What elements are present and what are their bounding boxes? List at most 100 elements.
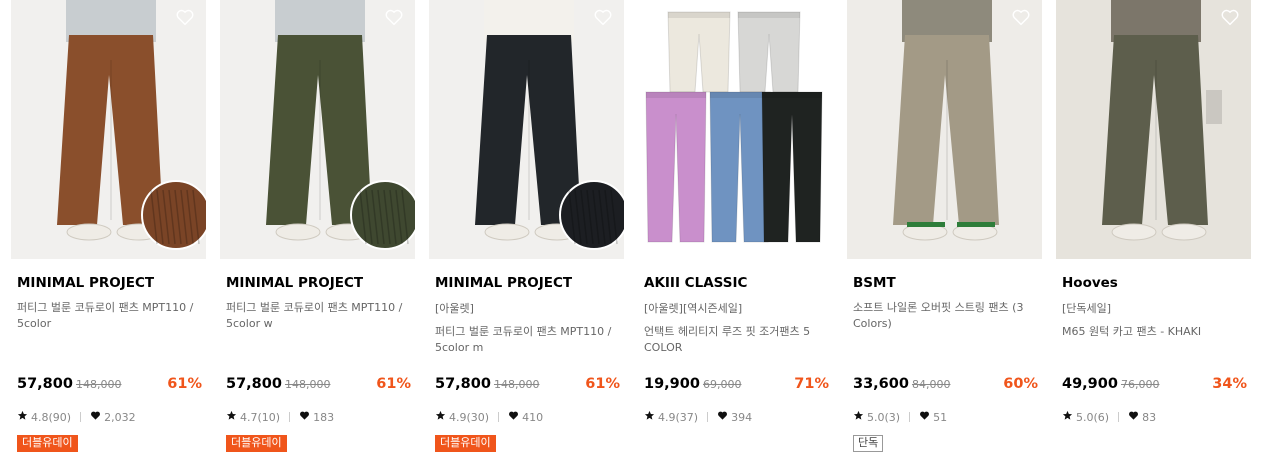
divider [1118, 412, 1120, 422]
discount-rate: 60% [1003, 376, 1038, 392]
brand-name[interactable]: MINIMAL PROJECT [435, 275, 572, 291]
rating-text: 5.0(3) [867, 410, 901, 424]
star-icon [435, 410, 446, 424]
rating-text: 4.7(10) [240, 410, 281, 424]
product-image[interactable] [1056, 0, 1251, 259]
brand-name[interactable]: MINIMAL PROJECT [226, 275, 363, 291]
sale-price: 19,900 69,000 [644, 376, 742, 392]
star-icon [1062, 410, 1073, 424]
product-meta: 5.0(6) 83 [1062, 410, 1156, 424]
event-badge: 더블유데이 [17, 435, 78, 452]
divider [498, 412, 500, 422]
likes-count: 83 [1142, 410, 1157, 424]
star-icon [644, 410, 655, 424]
product-thumbnail[interactable] [638, 0, 833, 259]
divider [80, 412, 82, 422]
discount-rate: 34% [1212, 376, 1247, 392]
discount-rate: 61% [167, 376, 202, 392]
likes-count: 183 [313, 410, 335, 424]
original-price: 148,000 [75, 378, 122, 391]
discount-rate: 61% [585, 376, 620, 392]
discount-rate: 71% [794, 376, 829, 392]
likes-count: 2,032 [104, 410, 136, 424]
heart-filled-icon [1128, 410, 1139, 424]
product-tag: [아울렛][역시즌세일] [644, 302, 743, 315]
brand-name[interactable]: AKIII CLASSIC [644, 275, 747, 291]
price-row: 49,900 76,000 34% [1062, 376, 1251, 396]
rating-text: 4.9(30) [449, 410, 490, 424]
product-name[interactable]: 소프트 나일론 오버핏 스트링 팬츠 (3 Colors) [853, 300, 1043, 332]
discount-rate: 61% [376, 376, 411, 392]
wishlist-heart-icon[interactable] [801, 6, 823, 28]
price-row: 57,800 148,000 61% [17, 376, 206, 396]
product-image[interactable] [429, 0, 624, 259]
product-card[interactable]: MINIMAL PROJECT 퍼티그 벌룬 코듀로이 팬츠 MPT110 / 5… [11, 0, 206, 474]
heart-filled-icon [508, 410, 519, 424]
wishlist-heart-icon[interactable] [592, 6, 614, 28]
wishlist-heart-icon[interactable] [1219, 6, 1241, 28]
price-row: 57,800 148,000 61% [435, 376, 624, 396]
product-card[interactable]: MINIMAL PROJECT [아울렛] 퍼티그 벌룬 코듀로이 팬츠 MPT11… [429, 0, 624, 474]
product-name[interactable]: 퍼티그 벌룬 코듀로이 팬츠 MPT110 / 5color [17, 300, 207, 332]
brand-name[interactable]: Hooves [1062, 275, 1118, 291]
product-card[interactable]: Hooves [단독세일] M65 원턱 카고 팬츠 - KHAKI 49,900 7… [1056, 0, 1251, 474]
heart-filled-icon [90, 410, 101, 424]
star-icon [226, 410, 237, 424]
likes-count: 51 [933, 410, 948, 424]
product-image[interactable] [220, 0, 415, 259]
divider [289, 412, 291, 422]
product-name[interactable]: 퍼티그 벌룬 코듀로이 팬츠 MPT110 / 5color m [435, 324, 625, 356]
product-name[interactable]: M65 원턱 카고 팬츠 - KHAKI [1062, 324, 1252, 340]
rating-text: 4.9(37) [658, 410, 699, 424]
product-meta: 4.7(10) 183 [226, 410, 334, 424]
sale-price: 57,800 148,000 [435, 376, 540, 392]
product-meta: 4.9(37) 394 [644, 410, 752, 424]
brand-name[interactable]: MINIMAL PROJECT [17, 275, 154, 291]
product-meta: 4.9(30) 410 [435, 410, 543, 424]
brand-name[interactable]: BSMT [853, 275, 896, 291]
wishlist-heart-icon[interactable] [383, 6, 405, 28]
divider [707, 412, 709, 422]
price-row: 57,800 148,000 61% [226, 376, 415, 396]
product-meta: 5.0(3) 51 [853, 410, 947, 424]
sale-price: 33,600 84,000 [853, 376, 951, 392]
price-row: 19,900 69,000 71% [644, 376, 833, 396]
product-image[interactable] [847, 0, 1042, 259]
product-thumbnail[interactable] [1056, 0, 1251, 259]
product-image[interactable] [638, 0, 833, 259]
original-price: 69,000 [702, 378, 742, 391]
rating-text: 4.8(90) [31, 410, 72, 424]
product-tag: [아울렛] [435, 302, 474, 315]
sale-price: 49,900 76,000 [1062, 376, 1160, 392]
product-image[interactable] [11, 0, 206, 259]
exclusive-badge: 단독 [853, 435, 884, 452]
product-grid: MINIMAL PROJECT 퍼티그 벌룬 코듀로이 팬츠 MPT110 / 5… [0, 0, 1261, 474]
product-thumbnail[interactable] [429, 0, 624, 259]
heart-filled-icon [919, 410, 930, 424]
likes-count: 410 [522, 410, 544, 424]
product-card[interactable]: BSMT 소프트 나일론 오버핏 스트링 팬츠 (3 Colors) 33,600… [847, 0, 1042, 474]
product-thumbnail[interactable] [11, 0, 206, 259]
star-icon [17, 410, 28, 424]
original-price: 84,000 [911, 378, 951, 391]
likes-count: 394 [731, 410, 753, 424]
wishlist-heart-icon[interactable] [174, 6, 196, 28]
product-card[interactable]: MINIMAL PROJECT 퍼티그 벌룬 코듀로이 팬츠 MPT110 / 5… [220, 0, 415, 474]
divider [909, 412, 911, 422]
original-price: 148,000 [493, 378, 540, 391]
product-thumbnail[interactable] [220, 0, 415, 259]
product-tag: [단독세일] [1062, 302, 1112, 315]
price-row: 33,600 84,000 60% [853, 376, 1042, 396]
star-icon [853, 410, 864, 424]
event-badge: 더블유데이 [435, 435, 496, 452]
product-name[interactable]: 언택트 헤리티지 루즈 핏 조거팬츠 5 COLOR [644, 324, 834, 356]
wishlist-heart-icon[interactable] [1010, 6, 1032, 28]
rating-text: 5.0(6) [1076, 410, 1110, 424]
heart-filled-icon [299, 410, 310, 424]
product-card[interactable]: AKIII CLASSIC [아울렛][역시즌세일] 언택트 헤리티지 루즈 핏 조… [638, 0, 833, 474]
product-name[interactable]: 퍼티그 벌룬 코듀로이 팬츠 MPT110 / 5color w [226, 300, 416, 332]
original-price: 76,000 [1120, 378, 1160, 391]
event-badge: 더블유데이 [226, 435, 287, 452]
product-thumbnail[interactable] [847, 0, 1042, 259]
original-price: 148,000 [284, 378, 331, 391]
